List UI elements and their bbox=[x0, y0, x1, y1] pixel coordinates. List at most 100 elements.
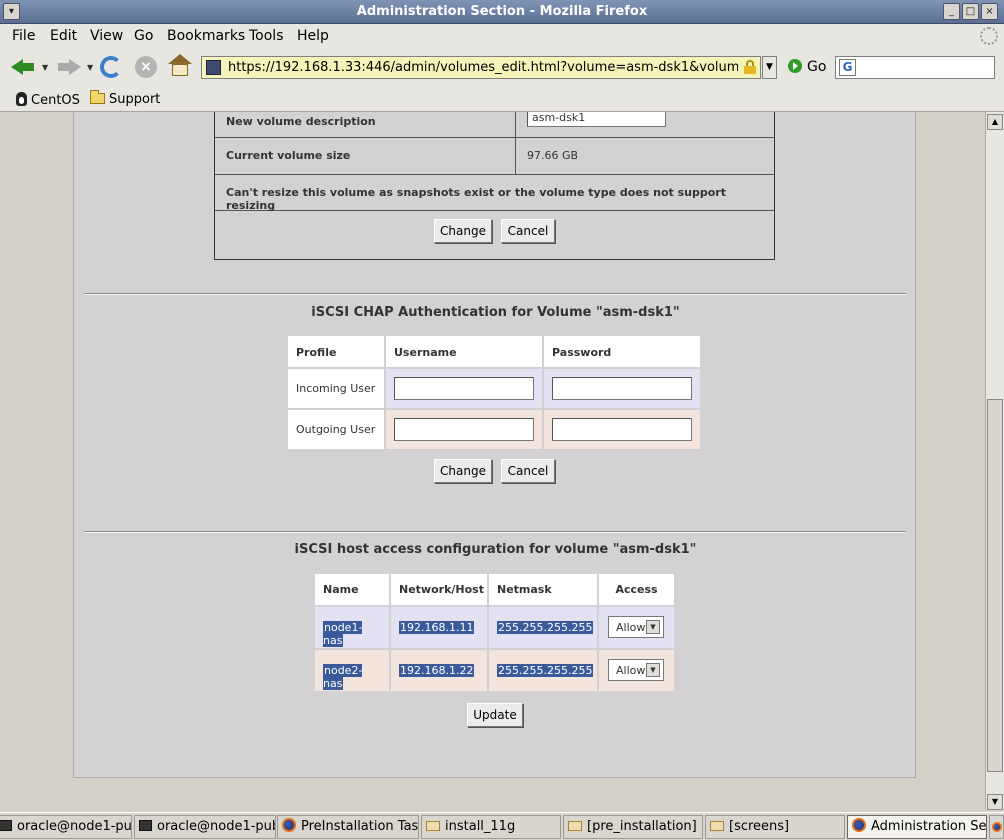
bookmark-support[interactable]: Support bbox=[90, 90, 161, 107]
forward-button[interactable] bbox=[56, 55, 82, 79]
url-history-dropdown[interactable]: ▼ bbox=[762, 56, 777, 79]
volume-edit-table: New volume description asm-dsk1 Current … bbox=[214, 112, 775, 260]
forward-history-dropdown[interactable]: ▼ bbox=[87, 63, 93, 72]
go-button[interactable]: Go bbox=[788, 59, 826, 75]
taskbar: oracle@node1-pub:~ oracle@node1-pub:~ Pr… bbox=[0, 812, 1004, 840]
menu-tools[interactable]: Tools bbox=[249, 28, 284, 44]
folder-icon bbox=[90, 90, 105, 104]
incoming-password-input[interactable] bbox=[552, 377, 692, 400]
volume-size-value: 97.66 GB bbox=[527, 149, 579, 162]
chap-header-password: Password bbox=[544, 336, 700, 367]
taskbar-label: [screens] bbox=[729, 819, 790, 834]
go-label: Go bbox=[807, 59, 827, 75]
firefox-icon bbox=[852, 818, 866, 832]
resize-notice-row: Can't resize this volume as snapshots ex… bbox=[215, 175, 774, 212]
taskbar-label: install_11g bbox=[445, 819, 516, 834]
firefox-icon bbox=[282, 818, 296, 832]
window-title: Administration Section - Mozilla Firefox bbox=[356, 4, 648, 19]
host-header-name: Name bbox=[315, 574, 389, 605]
menu-go[interactable]: Go bbox=[134, 28, 153, 44]
stop-icon[interactable]: × bbox=[135, 56, 157, 78]
scroll-up-icon[interactable]: ▲ bbox=[987, 114, 1003, 130]
menu-edit[interactable]: Edit bbox=[50, 28, 77, 44]
host-access-value: Allow bbox=[616, 664, 646, 677]
taskbar-item-terminal-2[interactable]: oracle@node1-pub:~ bbox=[134, 815, 276, 839]
chap-outgoing-user-label: Outgoing User bbox=[288, 410, 384, 449]
back-history-dropdown[interactable]: ▼ bbox=[42, 63, 48, 72]
host-access-value: Allow bbox=[616, 621, 646, 634]
chap-incoming-password-cell bbox=[544, 369, 700, 408]
menu-view[interactable]: View bbox=[90, 28, 123, 44]
host-row-2-netmask-cell: 255.255.255.255 bbox=[489, 650, 597, 691]
bookmark-centos[interactable]: CentOS bbox=[16, 92, 80, 108]
site-favicon-icon bbox=[206, 60, 221, 75]
tux-icon bbox=[16, 92, 27, 106]
chap-section-title: iSCSI CHAP Authentication for Volume "as… bbox=[311, 305, 680, 320]
volume-cancel-button[interactable]: Cancel bbox=[501, 219, 555, 243]
taskbar-item-install-11g[interactable]: install_11g bbox=[421, 815, 561, 839]
home-icon[interactable] bbox=[168, 54, 192, 78]
page-viewport: New volume description asm-dsk1 Current … bbox=[0, 112, 985, 810]
google-search-engine-icon[interactable]: G bbox=[839, 59, 856, 76]
host-row-2-access-cell: Allow ▼ bbox=[599, 650, 674, 691]
volume-change-button[interactable]: Change bbox=[434, 219, 492, 243]
select-arrow-icon: ▼ bbox=[646, 620, 660, 634]
resize-notice-text: Can't resize this volume as snapshots ex… bbox=[226, 186, 726, 212]
volume-description-row: New volume description asm-dsk1 bbox=[215, 112, 774, 138]
chap-incoming-username-cell bbox=[386, 369, 542, 408]
folder-icon bbox=[568, 821, 582, 831]
bookmark-label: CentOS bbox=[31, 93, 80, 108]
lock-icon[interactable] bbox=[744, 60, 756, 74]
host-access-select[interactable]: Allow ▼ bbox=[608, 659, 664, 681]
back-button[interactable] bbox=[10, 55, 36, 79]
scroll-down-icon[interactable]: ▼ bbox=[987, 794, 1003, 810]
host-header-network: Network/Host bbox=[391, 574, 487, 605]
host-row-2-network-cell: 192.168.1.22 bbox=[391, 650, 487, 691]
taskbar-item-preinstallation[interactable]: PreInstallation Task bbox=[277, 815, 419, 839]
chap-header-profile: Profile bbox=[288, 336, 384, 367]
section-divider bbox=[84, 293, 906, 295]
host-access-select[interactable]: Allow ▼ bbox=[608, 616, 664, 638]
reload-icon[interactable] bbox=[100, 56, 122, 78]
select-arrow-icon: ▼ bbox=[646, 663, 660, 677]
vertical-scrollbar[interactable]: ▲ ▼ bbox=[985, 112, 1004, 810]
taskbar-label: [pre_installation] bbox=[587, 819, 697, 834]
bookmark-label: Support bbox=[109, 92, 161, 107]
close-button[interactable]: × bbox=[981, 3, 998, 20]
taskbar-item-pre-installation[interactable]: [pre_installation] bbox=[563, 815, 703, 839]
menubar: File Edit View Go Bookmarks Tools Help bbox=[0, 24, 1004, 48]
outgoing-username-input[interactable] bbox=[394, 418, 534, 441]
minimize-button[interactable]: _ bbox=[943, 3, 960, 20]
chap-change-button[interactable]: Change bbox=[434, 459, 492, 483]
menu-help[interactable]: Help bbox=[297, 28, 329, 44]
volume-size-label: Current volume size bbox=[226, 149, 351, 162]
chap-header-username: Username bbox=[386, 336, 542, 367]
maximize-button[interactable]: □ bbox=[962, 3, 979, 20]
menu-file[interactable]: File bbox=[12, 28, 35, 44]
taskbar-item-screens[interactable]: [screens] bbox=[705, 815, 845, 839]
url-bar[interactable]: https://192.168.1.33:446/admin/volumes_e… bbox=[201, 56, 761, 79]
url-text[interactable]: https://192.168.1.33:446/admin/volumes_e… bbox=[228, 60, 738, 75]
host-netmask: 255.255.255.255 bbox=[497, 621, 594, 634]
host-netmask: 255.255.255.255 bbox=[497, 664, 594, 677]
volume-description-input[interactable]: asm-dsk1 bbox=[527, 112, 666, 127]
menu-bookmarks[interactable]: Bookmarks bbox=[167, 28, 245, 44]
taskbar-item-administration[interactable]: Administration Secti bbox=[847, 815, 987, 839]
taskbar-item-overflow[interactable] bbox=[989, 815, 1004, 839]
scrollbar-thumb[interactable] bbox=[987, 399, 1003, 772]
chap-cancel-button[interactable]: Cancel bbox=[501, 459, 555, 483]
taskbar-item-terminal-1[interactable]: oracle@node1-pub:~ bbox=[0, 815, 132, 839]
host-row-1-netmask-cell: 255.255.255.255 bbox=[489, 607, 597, 648]
host-name: node1-nas bbox=[323, 621, 363, 647]
host-header-access: Access bbox=[599, 574, 674, 605]
volume-description-label: New volume description bbox=[226, 115, 376, 128]
outgoing-password-input[interactable] bbox=[552, 418, 692, 441]
taskbar-label: oracle@node1-pub:~ bbox=[157, 819, 275, 834]
forward-arrow-icon bbox=[58, 59, 81, 75]
terminal-icon bbox=[0, 820, 12, 831]
folder-icon bbox=[710, 821, 724, 831]
search-input[interactable]: G bbox=[835, 56, 995, 79]
incoming-username-input[interactable] bbox=[394, 377, 534, 400]
update-button[interactable]: Update bbox=[467, 703, 523, 727]
admin-content-panel: New volume description asm-dsk1 Current … bbox=[73, 112, 916, 778]
